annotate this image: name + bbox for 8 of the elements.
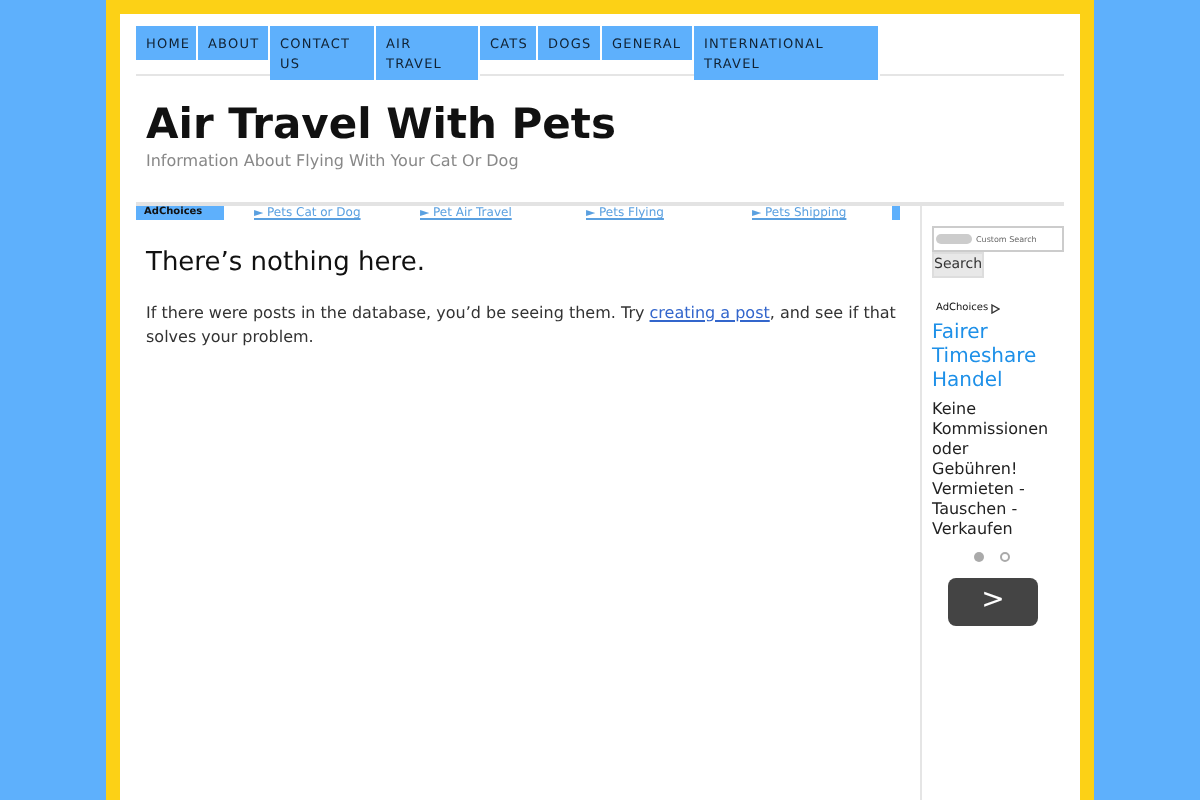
next-button[interactable]: >: [948, 577, 1038, 625]
site-tagline: Information About Flying With Your Cat Or Dog: [146, 152, 521, 172]
post-heading: There’s nothing here.: [146, 246, 427, 282]
post-text: If there were posts in the database, you’d be seeing them. Try creating a post, and see if that solves your problem.: [146, 301, 898, 349]
site-title[interactable]: Air Travel With Pets: [146, 96, 1054, 152]
ad-choices-icon: [990, 304, 1001, 315]
ad-text: Keine Kommissionen oder Gebühren! Vermieten - Tauschen - Verkaufen: [932, 399, 1051, 539]
create-post-link[interactable]: creating a post: [649, 303, 770, 321]
